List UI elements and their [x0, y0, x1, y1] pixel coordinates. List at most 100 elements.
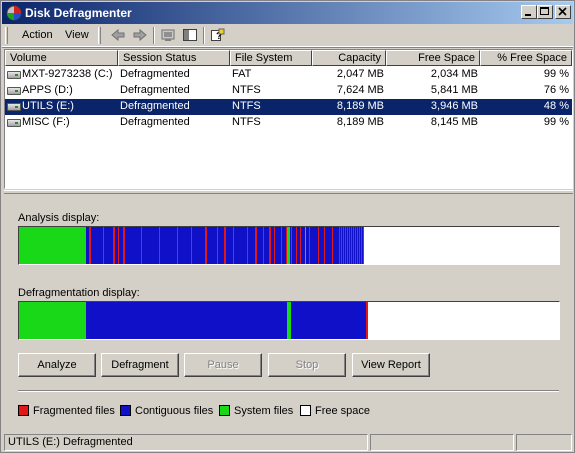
- fragmented-file-cluster: [224, 227, 226, 264]
- legend-free-label: Free space: [315, 405, 371, 417]
- volume-row[interactable]: APPS (D:) Defragmented NTFS 7,624 MB 5,841 M…: [5, 83, 572, 99]
- free-space-segment: [368, 302, 559, 339]
- help-icon: ?: [211, 28, 225, 42]
- cell-fs: NTFS: [232, 100, 261, 112]
- back-arrow-icon: [111, 28, 125, 42]
- hard-drive-icon: [7, 119, 21, 127]
- cell-free: 3,946 MB: [430, 100, 478, 112]
- pane-splitter[interactable]: [4, 190, 573, 194]
- system-files-segment: [19, 227, 86, 264]
- view-report-button[interactable]: View Report: [352, 353, 430, 377]
- menu-action[interactable]: Action: [22, 29, 53, 41]
- menu-grip[interactable]: [5, 27, 8, 44]
- hard-drive-icon: [7, 71, 21, 79]
- defragmentation-cluster-map: [19, 302, 559, 339]
- fragmented-file-cluster: [351, 227, 352, 264]
- volume-row[interactable]: UTILS (E:) Defragmented NTFS 8,189 MB 3,946 …: [5, 99, 572, 115]
- analyze-button[interactable]: Analyze: [18, 353, 96, 377]
- column-header-session-status[interactable]: Session Status: [118, 50, 230, 66]
- fragmented-file-cluster: [118, 227, 119, 264]
- volume-row[interactable]: MISC (F:) Defragmented NTFS 8,189 MB 8,145 M…: [5, 115, 572, 131]
- maximize-button[interactable]: [537, 5, 553, 19]
- menu-view[interactable]: View: [65, 29, 89, 41]
- toolbar-separator: [153, 27, 155, 44]
- defragmentation-display-label: Defragmentation display:: [18, 287, 140, 299]
- close-button[interactable]: [555, 5, 571, 19]
- fragmented-file-cluster: [217, 227, 218, 264]
- fragmented-file-cluster: [349, 227, 350, 264]
- cell-volume: MISC (F:): [22, 116, 70, 128]
- fragmented-file-cluster: [291, 227, 292, 264]
- cell-status: Defragmented: [120, 116, 190, 128]
- fragmented-file-cluster: [191, 227, 192, 264]
- fragmented-swatch: [18, 405, 29, 416]
- legend-system-label: System files: [234, 405, 294, 417]
- stop-button[interactable]: Stop: [268, 353, 346, 377]
- fragmented-file-cluster: [141, 227, 142, 264]
- show-hide-pane-button[interactable]: [180, 27, 200, 44]
- fragmented-file-cluster: [357, 227, 358, 264]
- fragmented-file-cluster: [345, 227, 346, 264]
- fragmented-file-cluster: [359, 227, 360, 264]
- column-header-free-space[interactable]: Free Space: [386, 50, 480, 66]
- system-files-segment: [19, 302, 86, 339]
- volume-row[interactable]: MXT-9273238 (C:) Defragmented FAT 2,047 MB 2…: [5, 67, 572, 83]
- fragmented-file-cluster: [123, 227, 125, 264]
- fragmented-file-cluster: [355, 227, 356, 264]
- minimize-icon: [525, 14, 531, 16]
- minimize-button[interactable]: [521, 5, 537, 19]
- contiguous-files-segment: [86, 302, 366, 339]
- cell-capacity: 8,189 MB: [336, 100, 384, 112]
- pause-button[interactable]: Pause: [184, 353, 262, 377]
- analysis-display-bar: [18, 226, 560, 265]
- fragmented-file-cluster: [366, 302, 368, 339]
- fragmented-file-cluster: [324, 227, 325, 264]
- forward-button[interactable]: [130, 27, 150, 44]
- maximize-icon: [540, 7, 549, 15]
- cell-volume: UTILS (E:): [22, 100, 74, 112]
- cell-fs: NTFS: [232, 84, 261, 96]
- hard-drive-icon: [7, 103, 21, 111]
- free-swatch: [300, 405, 311, 416]
- column-header-volume[interactable]: Volume: [5, 50, 118, 66]
- back-button[interactable]: [108, 27, 128, 44]
- column-header-percent-free[interactable]: % Free Space: [480, 50, 572, 66]
- close-icon: [558, 7, 567, 16]
- column-header-capacity[interactable]: Capacity: [312, 50, 386, 66]
- system-files-segment: [287, 227, 290, 264]
- toolbar-grip[interactable]: [98, 27, 101, 44]
- fragmented-file-cluster: [159, 227, 160, 264]
- column-header-file-system[interactable]: File System: [230, 50, 312, 66]
- cell-capacity: 8,189 MB: [336, 116, 384, 128]
- cell-status: Defragmented: [120, 100, 190, 112]
- cell-fs: FAT: [232, 68, 252, 80]
- status-pane-3: [516, 434, 572, 451]
- fragmented-file-cluster: [296, 227, 297, 264]
- cell-status: Defragmented: [120, 68, 190, 80]
- defragment-button[interactable]: Defragment: [101, 353, 179, 377]
- title-bar[interactable]: Disk Defragmenter: [2, 2, 573, 24]
- fragmented-file-cluster: [263, 227, 264, 264]
- fragmented-file-cluster: [361, 227, 362, 264]
- system-files-segment: [305, 227, 306, 264]
- analysis-display-label: Analysis display:: [18, 212, 100, 224]
- computer-button[interactable]: [158, 27, 178, 44]
- volume-list[interactable]: Volume Session Status File System Capaci…: [4, 49, 573, 189]
- cell-fs: NTFS: [232, 116, 261, 128]
- system-swatch: [219, 405, 230, 416]
- show-hide-pane-icon: [183, 29, 197, 41]
- help-button[interactable]: ?: [208, 27, 228, 44]
- fragmented-file-cluster: [177, 227, 178, 264]
- free-space-segment: [364, 227, 559, 264]
- window-title: Disk Defragmenter: [25, 6, 132, 20]
- analysis-cluster-map: [19, 227, 559, 264]
- fragmented-file-cluster: [255, 227, 257, 264]
- fragmented-file-cluster: [300, 227, 301, 264]
- fragmented-file-cluster: [318, 227, 319, 264]
- cell-free: 5,841 MB: [430, 84, 478, 96]
- computer-icon: [161, 29, 175, 41]
- legend-fragmented-label: Fragmented files: [33, 405, 115, 417]
- status-pane-2: [370, 434, 514, 451]
- fragmented-file-cluster: [332, 227, 333, 264]
- disk-defragmenter-window: Disk Defragmenter Action View ? Volume S…: [0, 0, 575, 453]
